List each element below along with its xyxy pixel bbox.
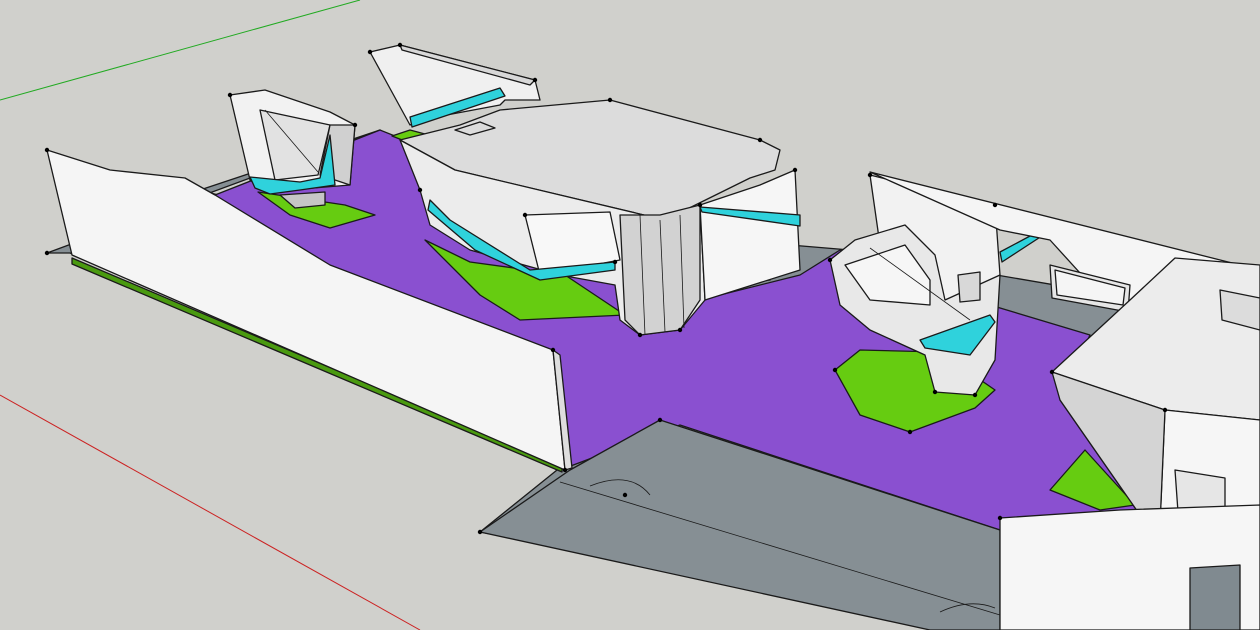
front-right-wall [999, 504, 1260, 630]
green-axis-line [0, 0, 361, 101]
red-axis-line [0, 394, 421, 630]
3d-model-viewport[interactable] [0, 0, 1260, 630]
